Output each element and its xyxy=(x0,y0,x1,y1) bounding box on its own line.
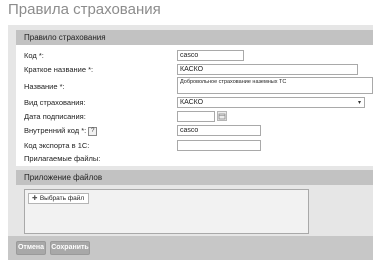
name-textarea-value: Добровольное страхование наземных ТС xyxy=(180,79,287,85)
short-name-input[interactable]: КАСКО xyxy=(177,64,358,75)
rule-section-header: Правило страхования xyxy=(16,30,373,45)
internal-code-label: Внутренний код *:? xyxy=(24,126,98,136)
insurance-type-select[interactable]: КАСКО ▾ xyxy=(177,97,365,108)
choose-file-label: Выбрать файл xyxy=(39,195,85,202)
files-section-title: Приложение файлов xyxy=(24,173,103,182)
page-title: Правила страхования xyxy=(8,1,161,18)
export-code-input[interactable] xyxy=(177,140,261,151)
attached-files-label: Прилагаемые файлы: xyxy=(24,154,101,163)
file-drop-area[interactable]: ✚ Выбрать файл xyxy=(24,189,309,234)
page: Правила страхования Правило страхования … xyxy=(0,0,373,260)
save-button[interactable]: Сохранить xyxy=(50,241,90,255)
files-section-header: Приложение файлов xyxy=(16,170,373,185)
name-label: Название *: xyxy=(24,82,65,91)
sign-date-label: Дата подписания: xyxy=(24,112,86,121)
code-label: Код *: xyxy=(24,51,44,60)
chevron-down-icon: ▾ xyxy=(357,100,361,106)
rule-section-title: Правило страхования xyxy=(24,33,106,42)
insurance-type-label: Вид страхования: xyxy=(24,98,86,107)
name-textarea[interactable]: Добровольное страхование наземных ТС xyxy=(177,77,373,94)
export-code-label: Код экспорта в 1С: xyxy=(24,141,90,150)
choose-file-button[interactable]: ✚ Выбрать файл xyxy=(28,193,90,204)
sign-date-input[interactable] xyxy=(177,111,215,122)
code-input[interactable]: casco xyxy=(177,50,244,61)
internal-code-input[interactable]: casco xyxy=(177,125,261,136)
help-icon[interactable]: ? xyxy=(88,126,98,136)
internal-code-label-text: Внутренний код *: xyxy=(24,126,87,135)
cancel-button[interactable]: Отмена xyxy=(16,241,46,255)
short-name-label: Краткое название *: xyxy=(24,65,94,74)
plus-icon: ✚ xyxy=(32,195,38,202)
calendar-icon[interactable] xyxy=(217,111,227,121)
insurance-type-value: КАСКО xyxy=(180,99,204,106)
